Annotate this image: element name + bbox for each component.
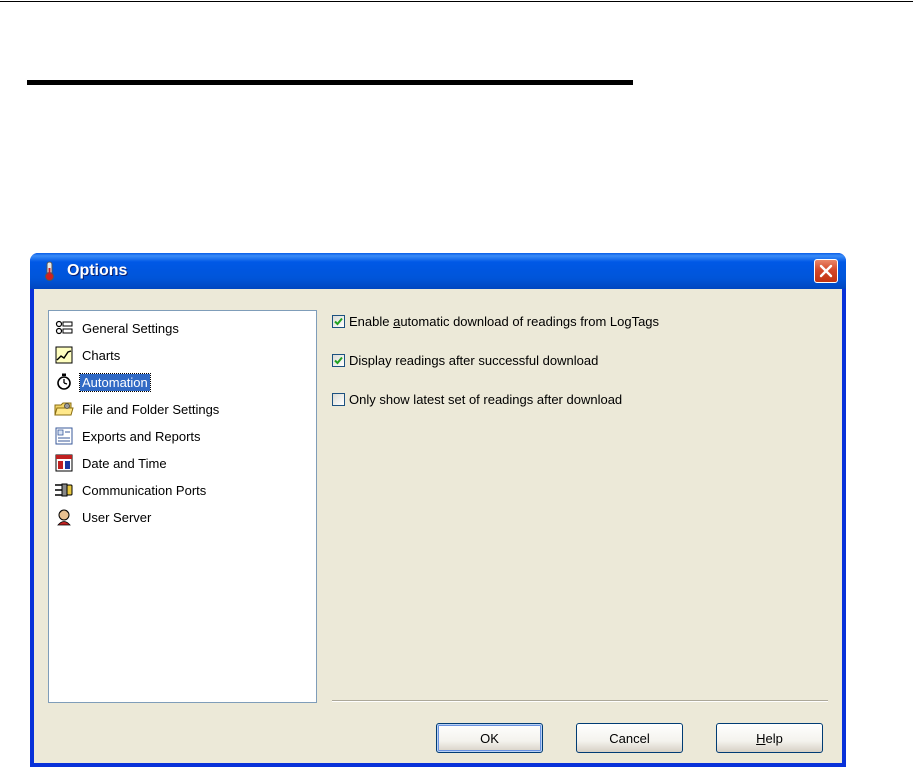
options-category-tree[interactable]: General Settings Charts Automation File … — [48, 310, 317, 703]
chart-icon — [54, 345, 74, 365]
ok-button[interactable]: OK — [436, 723, 543, 753]
dialog-client-area: General Settings Charts Automation File … — [34, 289, 842, 763]
button-separator — [332, 700, 828, 702]
sidebar-item-label: General Settings — [82, 320, 179, 336]
cancel-button-label: Cancel — [609, 730, 650, 746]
cancel-button[interactable]: Cancel — [576, 723, 683, 753]
help-button[interactable]: Help — [716, 723, 823, 753]
sidebar-item-general-settings[interactable]: General Settings — [54, 317, 181, 339]
checkbox-only-show-latest-set[interactable] — [332, 393, 345, 406]
checkbox-display-readings-after-download[interactable] — [332, 354, 345, 367]
option-enable-automatic-download[interactable]: Enable automatic download of readings fr… — [332, 314, 659, 329]
checkbox-label: Display readings after successful downlo… — [349, 353, 599, 368]
folder-icon — [54, 399, 74, 419]
ok-button-label: OK — [480, 730, 499, 746]
checkbox-enable-automatic-download[interactable] — [332, 315, 345, 328]
sidebar-item-label: Communication Ports — [82, 482, 207, 498]
sidebar-item-exports-and-reports[interactable]: Exports and Reports — [54, 425, 203, 447]
sidebar-item-label: Date and Time — [82, 455, 167, 471]
sidebar-item-file-and-folder-settings[interactable]: File and Folder Settings — [54, 398, 221, 420]
sidebar-item-communication-ports[interactable]: Communication Ports — [54, 479, 208, 501]
options-dialog: Options General Settings Charts Automati… — [30, 253, 846, 767]
close-button[interactable] — [814, 259, 838, 283]
checkbox-label: Enable automatic download of readings fr… — [349, 314, 660, 329]
document-bar — [27, 80, 633, 85]
checkmark-icon — [334, 317, 343, 326]
title-bar[interactable]: Options — [30, 253, 846, 289]
user-server-icon — [54, 507, 74, 527]
sidebar-item-label: Automation — [79, 372, 151, 392]
sidebar-item-automation[interactable]: Automation — [54, 371, 151, 393]
report-icon — [54, 426, 74, 446]
sidebar-item-date-and-time[interactable]: Date and Time — [54, 452, 169, 474]
sidebar-item-label: Charts — [82, 347, 121, 363]
stopwatch-icon — [54, 372, 74, 392]
sidebar-item-label: File and Folder Settings — [82, 401, 220, 417]
port-icon — [54, 480, 74, 500]
checkbox-label: Only show latest set of readings after d… — [349, 392, 623, 407]
close-icon — [819, 264, 833, 278]
sidebar-item-user-server[interactable]: User Server — [54, 506, 153, 528]
settings-list-icon — [54, 318, 74, 338]
checkmark-icon — [334, 356, 343, 365]
calendar-icon — [54, 453, 74, 473]
help-button-label: Help — [756, 730, 783, 746]
option-only-show-latest-set[interactable]: Only show latest set of readings after d… — [332, 392, 622, 407]
thermometer-icon — [37, 259, 61, 283]
option-display-readings-after-download[interactable]: Display readings after successful downlo… — [332, 353, 598, 368]
sidebar-item-label: Exports and Reports — [82, 428, 201, 444]
sidebar-item-label: User Server — [82, 509, 152, 525]
sidebar-item-charts[interactable]: Charts — [54, 344, 122, 366]
top-rule — [0, 1, 913, 2]
window-title: Options — [67, 262, 128, 279]
